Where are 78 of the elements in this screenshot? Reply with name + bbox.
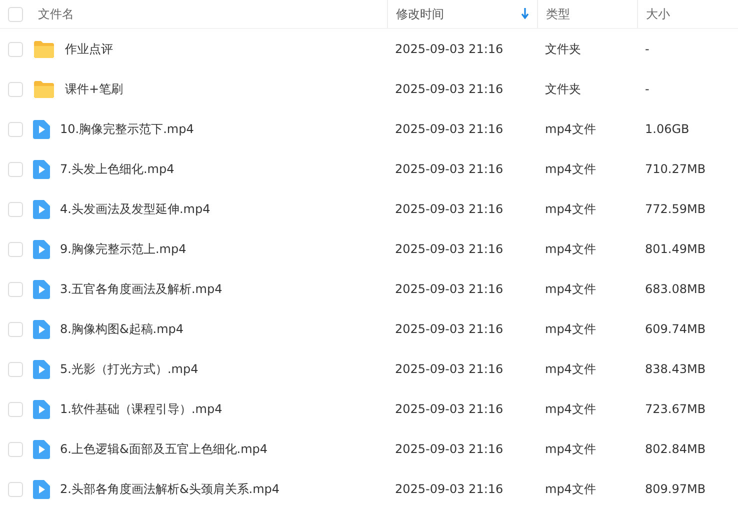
- file-size: -: [645, 42, 650, 56]
- file-size: 1.06GB: [645, 122, 690, 136]
- file-size: 801.49MB: [645, 242, 706, 256]
- modified-time: 2025-09-03 21:16: [395, 242, 504, 256]
- file-type: mp4文件: [545, 160, 596, 178]
- row-checkbox[interactable]: [8, 242, 23, 256]
- modified-time: 2025-09-03 21:16: [395, 322, 504, 336]
- file-size: 710.27MB: [645, 162, 706, 176]
- file-type: mp4文件: [545, 280, 596, 298]
- modified-time: 2025-09-03 21:16: [395, 162, 504, 176]
- file-name[interactable]: 作业点评: [65, 40, 113, 58]
- row-checkbox[interactable]: [8, 42, 23, 56]
- video-file-icon: [33, 280, 50, 298]
- modified-time: 2025-09-03 21:16: [395, 442, 504, 456]
- file-size: 809.97MB: [645, 482, 706, 496]
- modified-time: 2025-09-03 21:16: [395, 482, 504, 496]
- file-type: 文件夹: [545, 40, 581, 58]
- file-type: mp4文件: [545, 480, 596, 498]
- file-size: 683.08MB: [645, 282, 706, 296]
- file-name[interactable]: 5.光影（打光方式）.mp4: [60, 360, 198, 378]
- video-file-icon: [33, 200, 50, 218]
- video-file-icon: [33, 240, 50, 258]
- modified-time: 2025-09-03 21:16: [395, 402, 504, 416]
- file-size: 802.84MB: [645, 442, 706, 456]
- row-checkbox[interactable]: [8, 482, 23, 496]
- video-file-icon: [33, 440, 50, 458]
- file-size: 772.59MB: [645, 202, 706, 216]
- file-type: 文件夹: [545, 80, 581, 98]
- file-name[interactable]: 10.胸像完整示范下.mp4: [60, 120, 194, 138]
- row-checkbox[interactable]: [8, 402, 23, 416]
- file-name[interactable]: 6.上色逻辑&面部及五官上色细化.mp4: [60, 440, 268, 458]
- modified-time: 2025-09-03 21:16: [395, 42, 504, 56]
- file-name[interactable]: 3.五官各角度画法及解析.mp4: [60, 280, 222, 298]
- row-checkbox[interactable]: [8, 322, 23, 336]
- modified-time: 2025-09-03 21:16: [395, 282, 504, 296]
- file-type: mp4文件: [545, 240, 596, 258]
- file-type: mp4文件: [545, 440, 596, 458]
- folder-icon: [33, 80, 55, 98]
- video-file-icon: [33, 160, 50, 178]
- file-size: 723.67MB: [645, 402, 706, 416]
- file-type: mp4文件: [545, 360, 596, 378]
- row-checkbox[interactable]: [8, 282, 23, 296]
- file-name[interactable]: 2.头部各角度画法解析&头颈肩关系.mp4: [60, 480, 280, 498]
- file-name[interactable]: 课件+笔刷: [65, 80, 124, 98]
- row-checkbox[interactable]: [8, 202, 23, 216]
- file-type: mp4文件: [545, 400, 596, 418]
- row-checkbox[interactable]: [8, 82, 23, 96]
- file-type: mp4文件: [545, 120, 596, 138]
- file-name[interactable]: 7.头发上色细化.mp4: [60, 160, 174, 178]
- column-header[interactable]: 修改时间: [396, 6, 444, 22]
- row-checkbox[interactable]: [8, 442, 23, 456]
- file-type: mp4文件: [545, 320, 596, 338]
- modified-time: 2025-09-03 21:16: [395, 122, 504, 136]
- modified-time: 2025-09-03 21:16: [395, 82, 504, 96]
- file-name[interactable]: 8.胸像构图&起稿.mp4: [60, 320, 184, 338]
- row-checkbox[interactable]: [8, 122, 23, 136]
- file-size: -: [645, 82, 650, 96]
- video-file-icon: [33, 320, 50, 338]
- video-file-icon: [33, 360, 50, 378]
- folder-icon: [33, 40, 55, 58]
- modified-time: 2025-09-03 21:16: [395, 202, 504, 216]
- file-name[interactable]: 1.软件基础（课程引导）.mp4: [60, 400, 222, 418]
- select-all-checkbox[interactable]: [8, 6, 23, 22]
- file-size: 609.74MB: [645, 322, 706, 336]
- video-file-icon: [33, 400, 50, 418]
- file-name[interactable]: 4.头发画法及发型延伸.mp4: [60, 200, 210, 218]
- video-file-icon: [33, 480, 50, 498]
- file-name[interactable]: 9.胸像完整示范上.mp4: [60, 240, 186, 258]
- row-checkbox[interactable]: [8, 162, 23, 176]
- row-checkbox[interactable]: [8, 362, 23, 376]
- column-header[interactable]: 类型: [546, 6, 570, 22]
- file-size: 838.43MB: [645, 362, 706, 376]
- column-header[interactable]: 大小: [646, 6, 670, 22]
- modified-time: 2025-09-03 21:16: [395, 362, 504, 376]
- video-file-icon: [33, 120, 50, 138]
- file-type: mp4文件: [545, 200, 596, 218]
- column-header[interactable]: 文件名: [38, 6, 74, 22]
- sort-arrow-icon[interactable]: [521, 8, 529, 19]
